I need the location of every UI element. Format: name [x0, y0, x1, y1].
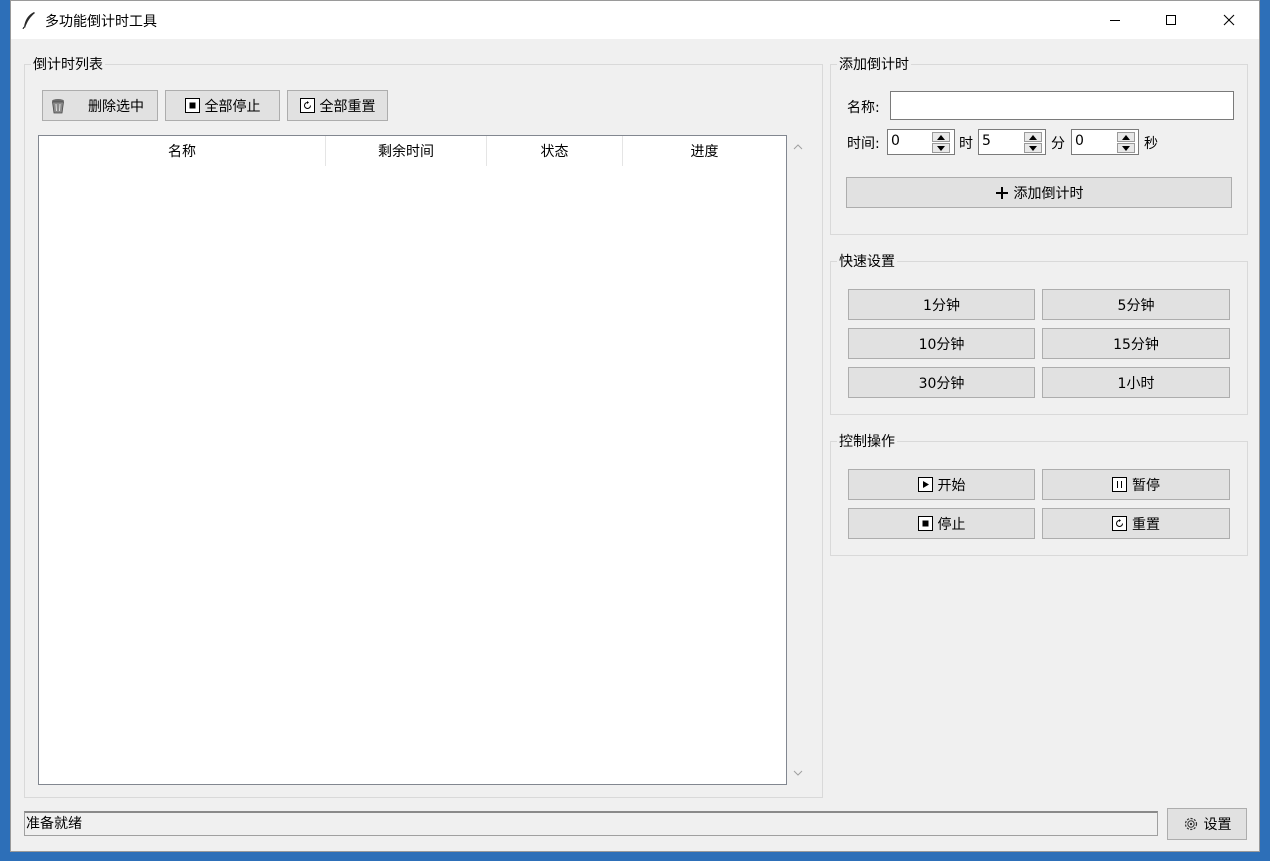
reset-label: 重置	[1132, 516, 1160, 533]
minutes-unit: 分	[1051, 136, 1065, 152]
gear-icon	[1183, 816, 1199, 832]
close-button[interactable]	[1200, 1, 1258, 39]
name-input[interactable]	[890, 91, 1234, 120]
preset-1hour-button[interactable]: 1小时	[1042, 367, 1230, 398]
preset-15min-button[interactable]: 15分钟	[1042, 328, 1230, 359]
delete-selected-label: 删除选中	[88, 98, 144, 115]
seconds-spinner[interactable]	[1117, 131, 1135, 153]
close-icon	[1223, 14, 1235, 26]
spin-down-icon[interactable]	[1117, 143, 1135, 153]
time-label: 时间:	[847, 136, 880, 152]
reset-all-label: 全部重置	[319, 98, 376, 115]
stop-icon	[184, 98, 200, 113]
preset-1min-button[interactable]: 1分钟	[848, 289, 1035, 320]
reset-button[interactable]: 重置	[1042, 508, 1230, 539]
stop-all-button[interactable]: 全部停止	[165, 90, 280, 121]
play-icon	[917, 477, 933, 492]
plus-icon	[995, 186, 1009, 200]
countdown-table[interactable]: 名称 剩余时间 状态 进度	[38, 135, 787, 785]
app-window: 多功能倒计时工具 倒计时列表 删除选中 全部停止 全部重置 名称 剩余时间 状态…	[10, 0, 1260, 852]
add-countdown-button[interactable]: 添加倒计时	[846, 177, 1232, 208]
column-header-status[interactable]: 状态	[487, 136, 623, 166]
name-label: 名称:	[847, 100, 880, 116]
add-countdown-button-label: 添加倒计时	[1013, 185, 1084, 202]
seconds-unit: 秒	[1144, 136, 1158, 152]
settings-label: 设置	[1203, 817, 1232, 833]
pause-button[interactable]: 暂停	[1042, 469, 1230, 500]
column-header-progress[interactable]: 进度	[623, 136, 786, 166]
stop-label: 停止	[937, 516, 966, 533]
title-bar: 多功能倒计时工具	[11, 1, 1259, 39]
reset-icon	[299, 98, 315, 113]
quick-settings-label: 快速设置	[837, 251, 897, 271]
settings-button[interactable]: 设置	[1167, 808, 1247, 840]
stop-button[interactable]: 停止	[848, 508, 1035, 539]
control-label: 控制操作	[837, 431, 897, 451]
maximize-button[interactable]	[1142, 1, 1200, 39]
maximize-icon	[1166, 15, 1176, 25]
reset-icon	[1112, 516, 1127, 531]
minimize-icon	[1110, 20, 1120, 21]
spin-down-icon[interactable]	[932, 143, 950, 153]
delete-selected-button[interactable]: 删除选中	[42, 90, 158, 121]
window-title: 多功能倒计时工具	[45, 14, 157, 30]
spin-up-icon[interactable]	[1024, 132, 1042, 142]
add-countdown-label: 添加倒计时	[837, 54, 911, 74]
pause-label: 暂停	[1132, 477, 1160, 494]
scroll-arrows-icon	[793, 144, 803, 776]
preset-10min-button[interactable]: 10分钟	[848, 328, 1035, 359]
spin-down-icon[interactable]	[1024, 143, 1042, 153]
column-header-remaining[interactable]: 剩余时间	[326, 136, 487, 166]
preset-5min-button[interactable]: 5分钟	[1042, 289, 1230, 320]
trash-icon	[50, 98, 66, 114]
hours-unit: 时	[959, 136, 973, 152]
table-header: 名称 剩余时间 状态 进度	[39, 136, 786, 166]
column-header-name[interactable]: 名称	[39, 136, 326, 166]
spin-up-icon[interactable]	[932, 132, 950, 142]
spin-up-icon[interactable]	[1117, 132, 1135, 142]
countdown-list-label: 倒计时列表	[31, 54, 105, 74]
minutes-spinner[interactable]	[1024, 131, 1042, 153]
stop-all-label: 全部停止	[204, 98, 261, 115]
minimize-button[interactable]	[1086, 1, 1144, 39]
start-label: 开始	[937, 477, 966, 494]
stop-icon	[917, 516, 933, 531]
pause-icon	[1112, 477, 1127, 492]
status-bar: 准备就绪	[24, 811, 1158, 836]
reset-all-button[interactable]: 全部重置	[287, 90, 388, 121]
start-button[interactable]: 开始	[848, 469, 1035, 500]
preset-30min-button[interactable]: 30分钟	[848, 367, 1035, 398]
table-scrollbar[interactable]	[789, 135, 807, 785]
hours-spinner[interactable]	[932, 131, 950, 153]
feather-icon	[21, 11, 37, 30]
